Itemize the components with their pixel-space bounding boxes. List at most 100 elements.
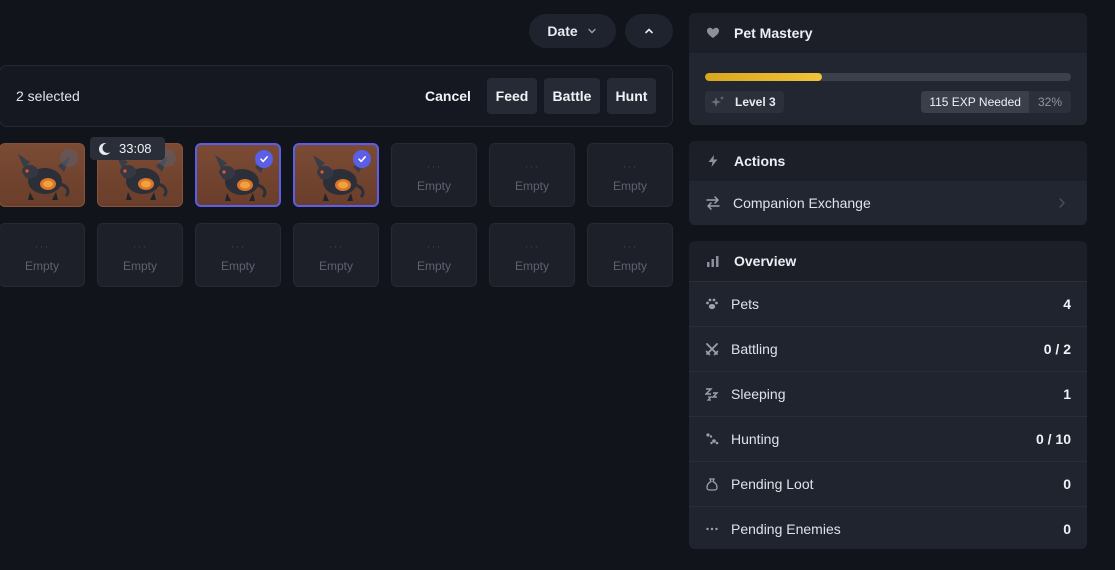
swap-arrows-icon: [706, 196, 720, 210]
check-icon[interactable]: [353, 150, 371, 168]
empty-slot-dots-icon: ···: [426, 159, 442, 173]
pet-slot[interactable]: [293, 143, 379, 207]
overview-value: 4: [1063, 296, 1071, 312]
empty-slot: ··· Empty: [195, 223, 281, 287]
overview-label: Pending Loot: [731, 476, 814, 492]
companion-exchange-button[interactable]: Companion Exchange: [689, 181, 1087, 225]
empty-slot: ··· Empty: [391, 143, 477, 207]
level-badge: Level 3: [705, 91, 784, 113]
overview-row-battling: Battling 0 / 2: [689, 326, 1087, 371]
paw-icon: [706, 298, 718, 310]
hunt-button[interactable]: Hunt: [607, 78, 656, 114]
battle-button[interactable]: Battle: [544, 78, 600, 114]
feed-button[interactable]: Feed: [487, 78, 537, 114]
overview-row-pets: Pets 4: [689, 281, 1087, 326]
unchecked-circle-icon[interactable]: [60, 149, 78, 167]
overview-label: Hunting: [731, 431, 780, 447]
overview-panel: Overview Pets 4 Battling 0 / 2 Sleeping …: [689, 241, 1087, 549]
chevron-up-icon: [645, 28, 653, 34]
pets-page: Date 2 selected Cancel Feed Battle Hunt …: [0, 0, 1115, 570]
empty-slot-label: Empty: [416, 179, 451, 193]
chevron-right-icon: [1059, 198, 1065, 208]
sort-direction-button[interactable]: [625, 14, 673, 48]
overview-label: Pending Enemies: [731, 521, 841, 537]
pawprints-icon: [706, 433, 719, 445]
empty-slot-dots-icon: ···: [426, 239, 442, 253]
empty-slot-label: Empty: [612, 179, 647, 193]
empty-slot: ··· Empty: [391, 223, 477, 287]
overview-title: Overview: [734, 253, 797, 269]
exp-badge: 115 EXP Needed 32%: [921, 91, 1071, 113]
cancel-button[interactable]: Cancel: [416, 78, 480, 114]
overview-value: 1: [1063, 386, 1071, 402]
empty-slot: ··· Empty: [489, 223, 575, 287]
lightning-icon: [708, 155, 718, 167]
selection-bar: 2 selected Cancel Feed Battle Hunt: [0, 65, 673, 127]
empty-slot: ··· Empty: [0, 223, 85, 287]
pet-mastery-body: Level 3 115 EXP Needed 32%: [689, 53, 1087, 125]
empty-slot-label: Empty: [612, 259, 647, 273]
pet-mastery-header: Pet Mastery: [689, 13, 1087, 53]
empty-slot: ··· Empty: [587, 143, 673, 207]
heart-icon: [707, 27, 719, 38]
actions-header: Actions: [689, 141, 1087, 181]
actions-panel: Actions Companion Exchange: [689, 141, 1087, 225]
overview-header: Overview: [689, 241, 1087, 281]
companion-exchange-label: Companion Exchange: [733, 195, 871, 211]
overview-value: 0: [1063, 521, 1071, 537]
level-label: Level 3: [735, 95, 776, 109]
sparkles-icon: [711, 96, 724, 107]
overview-value: 0: [1063, 476, 1071, 492]
sort-field-label: Date: [547, 23, 578, 39]
sort-field-dropdown[interactable]: Date: [529, 14, 616, 48]
overview-row-pending-loot: Pending Loot 0: [689, 461, 1087, 506]
swords-icon: [705, 343, 719, 356]
selected-count: 2 selected: [16, 88, 80, 104]
empty-slot: ··· Empty: [489, 143, 575, 207]
empty-slot: ··· Empty: [293, 223, 379, 287]
bar-chart-icon: [707, 256, 719, 267]
overview-row-pending-enemies: Pending Enemies 0: [689, 506, 1087, 549]
exp-needed: 115 EXP Needed: [921, 91, 1029, 113]
empty-slot-label: Empty: [514, 179, 549, 193]
dots-icon: [706, 527, 718, 531]
empty-slot-dots-icon: ···: [524, 239, 540, 253]
sleep-timer-badge: 33:08: [90, 137, 165, 160]
pet-mastery-title: Pet Mastery: [734, 25, 813, 41]
overview-row-sleeping: Sleeping 1: [689, 371, 1087, 416]
zzz-icon: [705, 388, 719, 401]
pet-slot[interactable]: [0, 143, 85, 207]
loot-bag-icon: [706, 478, 718, 491]
overview-label: Pets: [731, 296, 760, 312]
empty-slot-dots-icon: ···: [622, 239, 638, 253]
overview-value: 0 / 2: [1043, 341, 1071, 357]
empty-slot-dots-icon: ···: [230, 239, 246, 253]
empty-slot-dots-icon: ···: [34, 239, 50, 253]
empty-slot-label: Empty: [318, 259, 353, 273]
empty-slot-label: Empty: [416, 259, 451, 273]
chevron-down-icon: [587, 28, 596, 34]
pet-slot[interactable]: [195, 143, 281, 207]
exp-percent: 32%: [1028, 91, 1071, 113]
empty-slot-label: Empty: [220, 259, 255, 273]
empty-slot-label: Empty: [514, 259, 549, 273]
empty-slot-label: Empty: [24, 259, 59, 273]
mastery-progress-bar: [705, 73, 1071, 81]
overview-label: Battling: [731, 341, 778, 357]
empty-slot-dots-icon: ···: [132, 239, 148, 253]
check-icon[interactable]: [255, 150, 273, 168]
empty-slot-dots-icon: ···: [328, 239, 344, 253]
empty-slot: ··· Empty: [587, 223, 673, 287]
actions-title: Actions: [734, 153, 786, 169]
overview-row-hunting: Hunting 0 / 10: [689, 416, 1087, 461]
moon-icon: [99, 142, 112, 155]
empty-slot-label: Empty: [122, 259, 157, 273]
mastery-progress-fill: [705, 73, 823, 81]
empty-slot-dots-icon: ···: [524, 159, 540, 173]
empty-slot: ··· Empty: [97, 223, 183, 287]
pet-mastery-panel: Pet Mastery Level 3 115 EXP Needed 32%: [689, 13, 1087, 125]
overview-label: Sleeping: [731, 386, 786, 402]
overview-value: 0 / 10: [1035, 431, 1071, 447]
sleep-timer: 33:08: [119, 141, 152, 156]
empty-slot-dots-icon: ···: [622, 159, 638, 173]
